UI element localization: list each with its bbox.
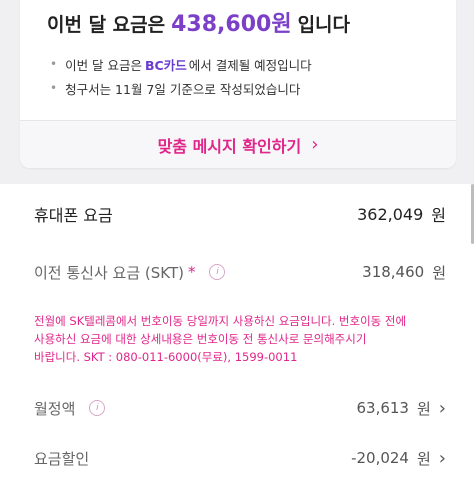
monthly-fee-unit: 원: [416, 399, 431, 418]
phone-fee-value: 362,049: [357, 204, 424, 224]
monthly-fee-row[interactable]: 월정액 i 63,613 원 ›: [34, 394, 446, 422]
bill-basis-text: 청구서는 11월 7일 기준으로 작성되었습니다: [65, 81, 301, 97]
bill-headline: 이번 달 요금은 438,600원 입니다: [47, 6, 351, 37]
monthly-fee-label: 월정액: [34, 399, 76, 418]
prev-carrier-row: 이전 통신사 요금 (SKT) * i 318,460 원: [34, 258, 446, 286]
discount-unit: 원: [416, 449, 431, 468]
phone-fee-row: 휴대폰 요금 362,049 원: [34, 200, 446, 228]
bullet-dot-icon: •: [50, 57, 58, 71]
info-icon[interactable]: i: [89, 400, 106, 416]
headline-amount: 438,600원: [171, 12, 292, 37]
discount-label: 요금할인: [34, 449, 90, 468]
chevron-right-icon: ›: [438, 447, 446, 469]
phone-fee-label: 휴대폰 요금: [34, 206, 113, 225]
summary-bullets: • 이번 달 요금은 BC카드 에서 결제될 예정입니다 • 청구서는 11월 …: [50, 52, 450, 100]
discount-value: -20,024: [351, 449, 409, 467]
notice-line: 전월에 SK텔레콤에서 번호이동 당일까지 사용하신 요금입니다. 번호이동 전…: [34, 314, 407, 328]
prev-carrier-label: 이전 통신사 요금 (SKT): [34, 263, 184, 282]
prev-carrier-unit: 원: [432, 263, 446, 282]
prev-carrier-notice: 전월에 SK텔레콤에서 번호이동 당일까지 사용하신 요금입니다. 번호이동 전…: [34, 312, 444, 366]
phone-fee-unit: 원: [431, 206, 446, 225]
headline-prefix: 이번 달 요금은: [47, 14, 166, 36]
payment-prefix: 이번 달 요금은: [65, 57, 143, 73]
payment-brand: BC카드: [145, 57, 187, 73]
monthly-fee-value: 63,613: [356, 399, 409, 417]
custom-message-button[interactable]: 맞춤 메시지 확인하기 ›: [20, 121, 456, 168]
payment-suffix: 에서 결제될 예정입니다: [188, 57, 312, 73]
bill-summary-card: 이번 달 요금은 438,600원 입니다 • 이번 달 요금은 BC카드 에서…: [20, 0, 456, 168]
chevron-right-icon: ›: [438, 397, 446, 419]
required-star: *: [187, 263, 196, 281]
headline-suffix: 입니다: [297, 14, 351, 36]
prev-carrier-value: 318,460: [362, 263, 425, 281]
info-icon[interactable]: i: [209, 264, 226, 280]
bullet-dot-icon: •: [50, 81, 58, 95]
payment-info: • 이번 달 요금은 BC카드 에서 결제될 예정입니다: [50, 52, 450, 76]
chevron-right-icon: ›: [311, 134, 319, 155]
notice-line: 바랍니다. SKT : 080-011-6000(무료), 1599-0011: [34, 350, 298, 364]
custom-message-label: 맞춤 메시지 확인하기: [157, 136, 302, 156]
notice-line: 사용하신 요금에 대한 상세내용은 번호이동 전 통신사로 문의해주시기: [34, 332, 367, 346]
bill-details-panel: 휴대폰 요금 362,049 원 이전 통신사 요금 (SKT) * i 318…: [0, 184, 474, 484]
bill-basis-info: • 청구서는 11월 7일 기준으로 작성되었습니다: [50, 76, 450, 100]
discount-row[interactable]: 요금할인 -20,024 원 ›: [34, 444, 446, 472]
